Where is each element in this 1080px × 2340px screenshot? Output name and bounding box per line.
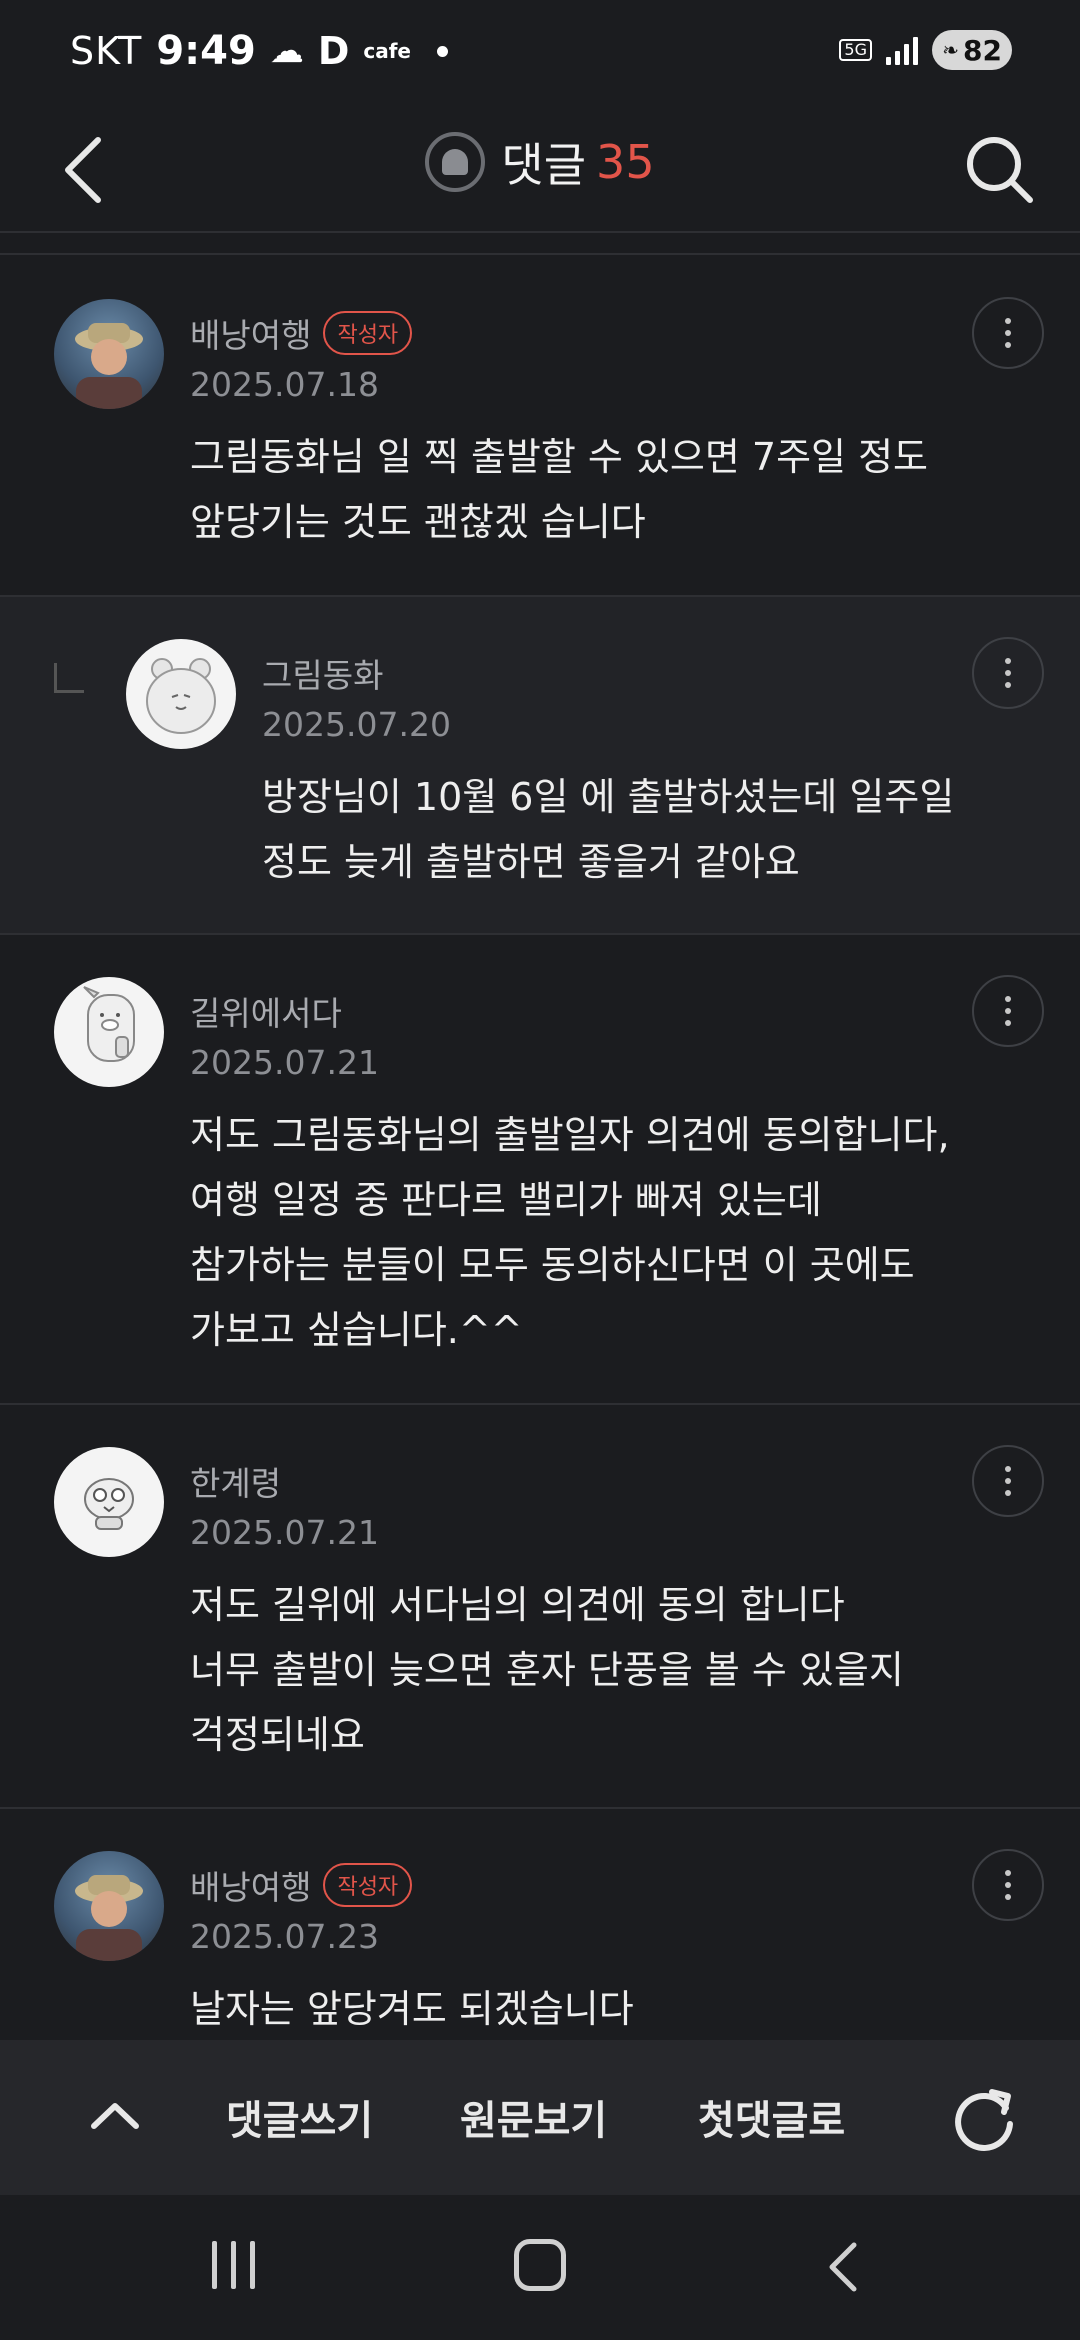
author-name[interactable]: 길위에서다 bbox=[190, 987, 342, 1035]
comment-text: 날자는 앞당겨도 되겠습니다 bbox=[190, 1987, 634, 2031]
more-options-button[interactable] bbox=[972, 637, 1044, 709]
refresh-button[interactable] bbox=[944, 2078, 1024, 2158]
comment-date: 2025.07.20 bbox=[262, 705, 451, 744]
comment-date: 2025.07.21 bbox=[190, 1513, 379, 1552]
author-name[interactable]: 한계령 bbox=[190, 1457, 281, 1505]
view-original-button[interactable]: 원문보기 bbox=[460, 2088, 607, 2146]
avatar[interactable] bbox=[54, 299, 164, 409]
author-name[interactable]: 배낭여행 bbox=[190, 309, 311, 357]
system-navigation-bar bbox=[0, 2195, 1080, 2340]
more-options-button[interactable] bbox=[972, 975, 1044, 1047]
refresh-icon bbox=[955, 2089, 1013, 2151]
author-badge: 작성자 bbox=[323, 311, 413, 355]
clock: 9:49 bbox=[156, 28, 256, 74]
bottom-toolbar: 댓글쓰기 원문보기 첫댓글로 bbox=[0, 2040, 1080, 2195]
battery-level: 82 bbox=[963, 33, 1002, 67]
page-title: 댓글 bbox=[501, 138, 587, 192]
more-options-button[interactable] bbox=[972, 297, 1044, 369]
network-type-icon: 5G bbox=[839, 39, 872, 61]
reply-item: 그림동화 2025.07.20 방장님이 10월 6일 에 출발하셨는데 일주일… bbox=[0, 597, 1080, 935]
author-name[interactable]: 그림동화 bbox=[262, 649, 383, 697]
comment-date: 2025.07.18 bbox=[190, 365, 379, 404]
scroll-top-button[interactable] bbox=[80, 2080, 150, 2150]
author-name[interactable]: 배낭여행 bbox=[190, 1861, 311, 1909]
avatar[interactable] bbox=[54, 1447, 164, 1557]
chevron-up-icon bbox=[91, 2103, 139, 2129]
notification-dot-icon bbox=[436, 45, 448, 57]
more-options-button[interactable] bbox=[972, 1849, 1044, 1921]
avatar[interactable] bbox=[54, 977, 164, 1087]
status-bar: SKT 9:49 ☁ D cafe 5G ❧ 82 bbox=[0, 0, 1080, 105]
cafe-app-label: cafe bbox=[363, 39, 411, 63]
comment-date: 2025.07.21 bbox=[190, 1043, 379, 1082]
search-icon bbox=[967, 137, 1033, 203]
list-divider bbox=[0, 235, 1080, 255]
comment-item: 한계령 2025.07.21 저도 길위에 서다님의 의견에 동의 합니다 너무… bbox=[0, 1405, 1080, 1809]
comment-count: 35 bbox=[596, 135, 655, 189]
comment-text: 그림동화님 일 찍 출발할 수 있으면 7주일 정도 앞당기는 것도 괜찮겠 습… bbox=[190, 435, 929, 544]
avatar[interactable] bbox=[54, 1851, 164, 1961]
write-comment-button[interactable]: 댓글쓰기 bbox=[226, 2088, 373, 2146]
comment-item: 길위에서다 2025.07.21 저도 그림동화님의 출발일자 의견에 동의합니… bbox=[0, 935, 1080, 1405]
carrier-label: SKT bbox=[70, 29, 143, 73]
first-comment-button[interactable]: 첫댓글로 bbox=[698, 2088, 845, 2146]
reply-indicator-icon bbox=[54, 663, 84, 693]
comment-item: 배낭여행 작성자 2025.07.23 날자는 앞당겨도 되겠습니다 bbox=[0, 1809, 1080, 2040]
power-saving-icon: ❧ bbox=[942, 38, 960, 62]
avatar[interactable] bbox=[126, 639, 236, 749]
search-button[interactable] bbox=[960, 130, 1040, 210]
notification-bell-icon[interactable] bbox=[425, 132, 486, 192]
signal-icon bbox=[886, 35, 918, 65]
comment-text: 방장님이 10월 6일 에 출발하셨는데 일주일 정도 늦게 출발하면 좋을거 … bbox=[262, 775, 955, 884]
more-options-button[interactable] bbox=[972, 1445, 1044, 1517]
comment-item: 배낭여행 작성자 2025.07.18 그림동화님 일 찍 출발할 수 있으면 … bbox=[0, 257, 1080, 597]
home-icon[interactable] bbox=[514, 2239, 566, 2291]
battery-indicator: ❧ 82 bbox=[932, 30, 1012, 70]
system-back-icon[interactable] bbox=[820, 2239, 872, 2295]
app-header: 댓글 35 bbox=[0, 105, 1080, 233]
comments-screen: SKT 9:49 ☁ D cafe 5G ❧ 82 댓글 35 배낭여행 작성자… bbox=[0, 0, 1080, 2340]
author-badge: 작성자 bbox=[323, 1863, 413, 1907]
comment-text: 저도 그림동화님의 출발일자 의견에 동의합니다, 여행 일정 중 판다르 밸리… bbox=[190, 1113, 950, 1352]
recent-apps-icon[interactable] bbox=[212, 2241, 255, 2289]
daum-app-icon: D bbox=[317, 29, 350, 73]
cloud-icon: ☁ bbox=[269, 31, 304, 71]
comment-text: 저도 길위에 서다님의 의견에 동의 합니다 너무 출발이 늦으면 훈자 단풍을… bbox=[190, 1583, 904, 1757]
comment-date: 2025.07.23 bbox=[190, 1917, 379, 1956]
